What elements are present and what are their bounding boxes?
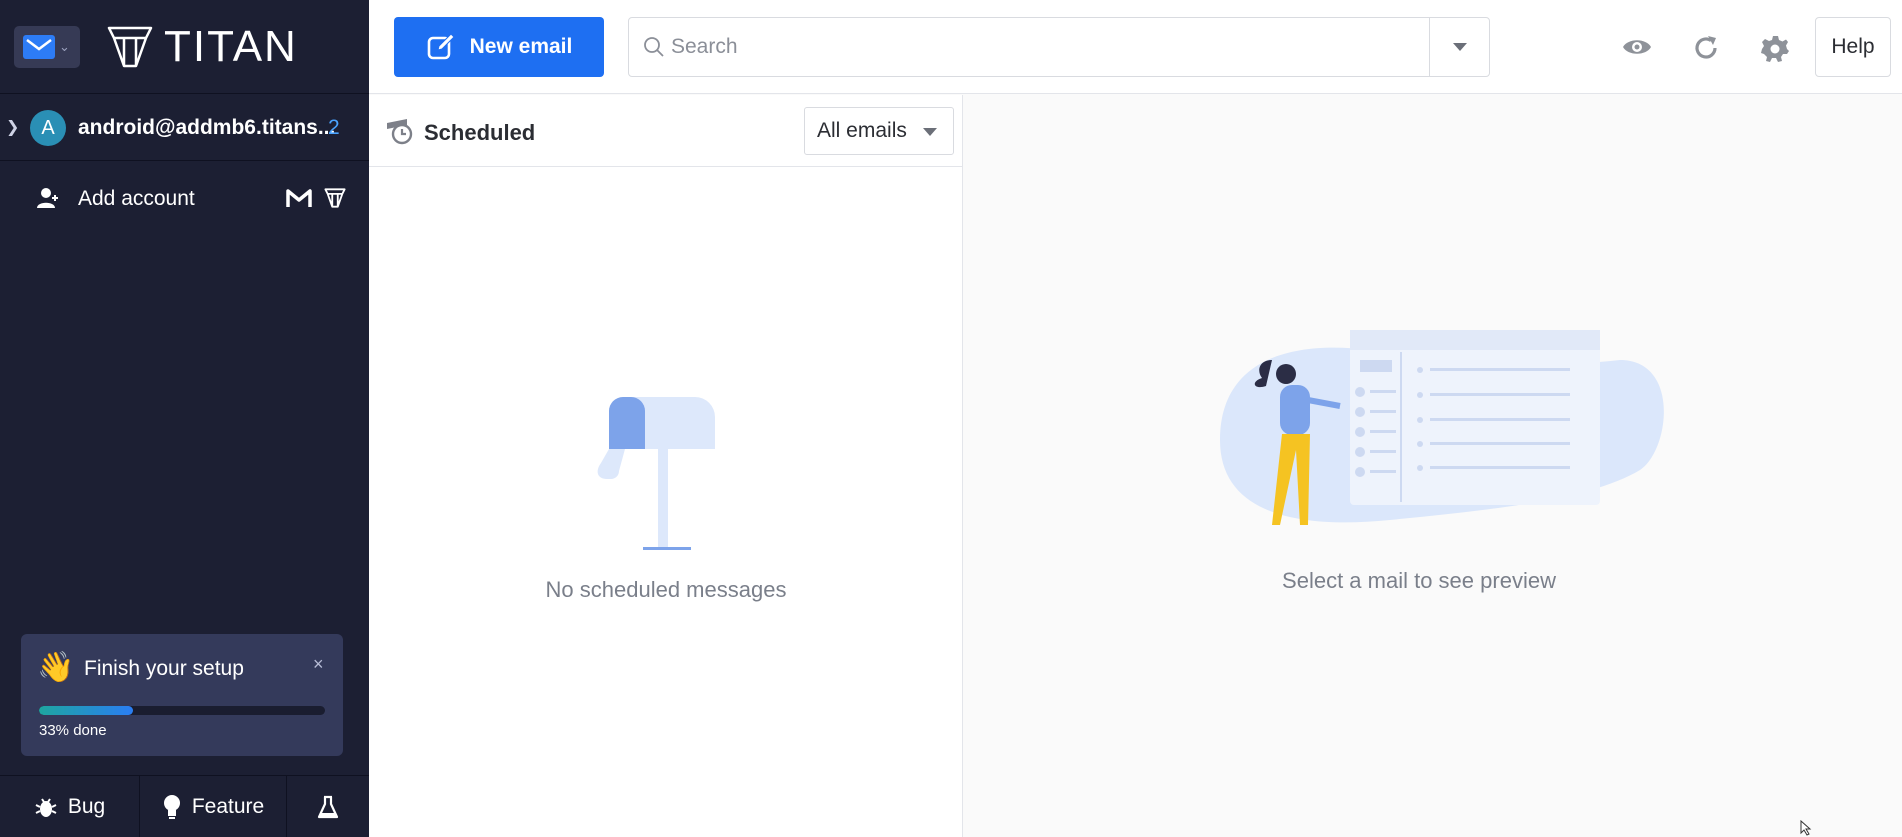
account-row[interactable]: ❯ A android@addmb6.titans... 2	[0, 95, 369, 161]
list-header: Scheduled All emails	[369, 95, 963, 167]
bug-button[interactable]: Bug	[0, 776, 140, 837]
bug-icon	[35, 798, 57, 817]
add-account-button[interactable]: Add account	[0, 170, 369, 226]
unread-count: 2	[328, 116, 340, 139]
brand-row: ⌄ TITAN	[0, 0, 369, 94]
mail-icon	[23, 35, 55, 59]
brand-name: TITAN	[164, 22, 298, 71]
search-box[interactable]	[628, 17, 1490, 77]
scheduled-clock-icon	[387, 119, 413, 145]
chevron-down-icon: ⌄	[59, 39, 70, 54]
app-switcher[interactable]: ⌄	[14, 26, 80, 68]
search-options-dropdown[interactable]	[1429, 18, 1490, 76]
search-icon	[644, 37, 664, 57]
email-filter-select[interactable]: All emails	[804, 107, 954, 155]
add-user-icon	[37, 188, 58, 208]
empty-list-message: No scheduled messages	[545, 577, 787, 602]
new-email-button[interactable]: New email	[394, 17, 604, 77]
labs-button[interactable]	[287, 776, 369, 837]
feature-button[interactable]: Feature	[140, 776, 287, 837]
folder-title: Scheduled	[424, 120, 536, 145]
mouse-cursor-icon	[1800, 820, 1812, 836]
preview-pane: Select a mail to see preview	[964, 95, 1902, 837]
top-toolbar: New email Help	[369, 0, 1902, 94]
mail-list-pane: Scheduled All emails No scheduled messag…	[369, 95, 963, 837]
titan-small-icon[interactable]	[324, 187, 346, 209]
chevron-right-icon[interactable]: ❯	[6, 117, 19, 137]
setup-title: Finish your setup	[84, 657, 244, 680]
bug-label: Bug	[67, 795, 106, 818]
search-input[interactable]	[671, 30, 1421, 64]
titan-logo: TITAN	[106, 22, 298, 72]
feedback-bar: Bug Feature	[0, 775, 369, 837]
refresh-icon[interactable]	[1692, 34, 1720, 62]
sidebar: ⌄ TITAN ❯ A android@addmb6.titans... 2 A…	[0, 0, 369, 837]
gear-icon[interactable]	[1761, 34, 1789, 62]
gmail-icon[interactable]	[286, 188, 312, 208]
eye-icon[interactable]	[1622, 36, 1652, 58]
preview-illustration	[1220, 330, 1664, 525]
account-email: android@addmb6.titans...	[78, 116, 336, 139]
wave-hand-icon: 👋	[37, 651, 75, 684]
flask-icon	[317, 795, 339, 819]
filter-value: All emails	[817, 119, 907, 142]
setup-progress-bar	[39, 706, 325, 715]
new-email-label: New email	[469, 35, 573, 58]
bulb-icon	[163, 795, 180, 819]
close-icon[interactable]: ×	[313, 654, 324, 675]
empty-mailbox-illustration	[597, 397, 715, 550]
titan-logo-icon	[107, 26, 153, 68]
avatar: A	[30, 110, 66, 146]
setup-progress-fill	[39, 706, 134, 715]
caret-down-icon	[923, 128, 937, 136]
help-button[interactable]: Help	[1815, 17, 1891, 77]
caret-down-icon	[1453, 43, 1467, 51]
add-account-label: Add account	[78, 187, 195, 210]
setup-card[interactable]: 👋 Finish your setup × 33% done	[21, 634, 343, 756]
preview-empty-message: Select a mail to see preview	[1282, 568, 1556, 593]
feature-label: Feature	[191, 795, 265, 818]
compose-icon	[427, 33, 455, 60]
setup-progress-text: 33% done	[39, 722, 107, 739]
